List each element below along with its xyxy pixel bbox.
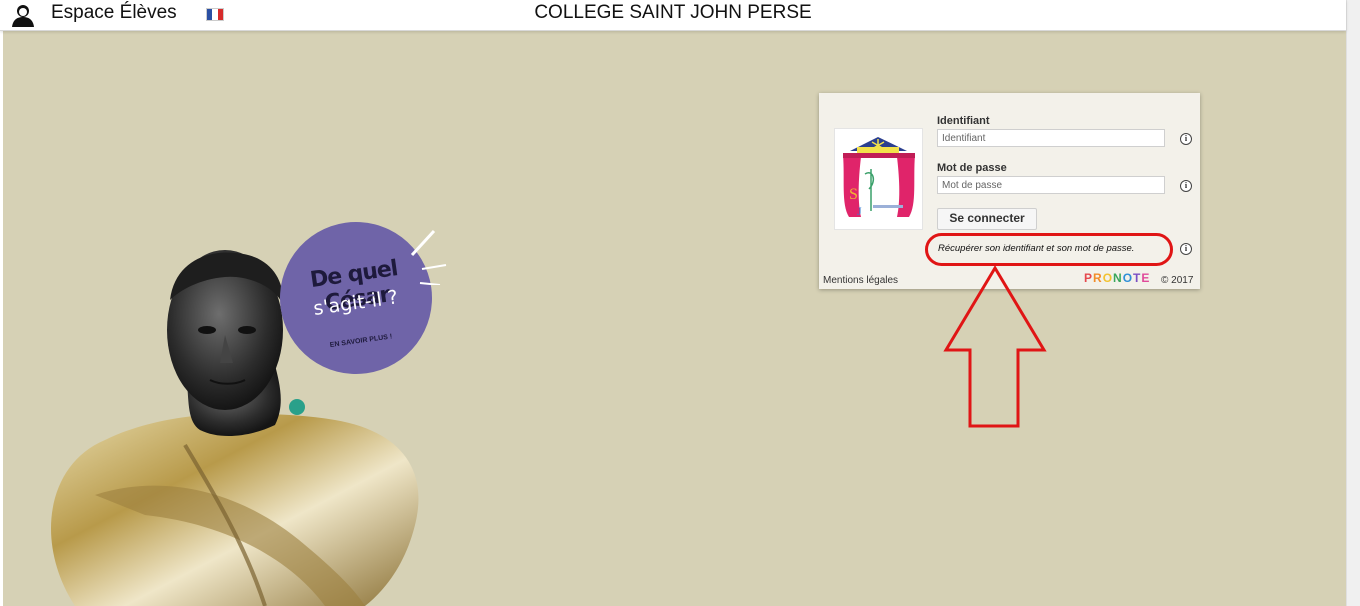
red-arrow-annotation [943,265,1047,428]
password-label: Mot de passe [937,162,1007,174]
school-logo-image: S J [843,137,915,218]
identifier-input[interactable] [937,129,1165,147]
password-info-icon[interactable]: i [1180,180,1192,192]
connect-button[interactable]: Se connecter [937,208,1037,230]
identifier-label: Identifiant [937,115,990,127]
vertical-scrollbar[interactable] [1346,0,1360,606]
top-bar: Espace Élèves COLLEGE SAINT JOHN PERSE [0,0,1346,31]
svg-text:J: J [857,204,862,218]
legal-notice-link[interactable]: Mentions légales [823,275,898,286]
promo-cta[interactable]: EN SAVOIR PLUS ! [306,330,416,352]
school-name: COLLEGE SAINT JOHN PERSE [534,2,812,23]
password-input[interactable] [937,176,1165,194]
highlight-annotation [925,233,1173,266]
copyright-text: © 2017 [1161,275,1194,286]
school-logo: S J [834,128,923,230]
promo-rays-decoration [410,229,447,285]
identifier-info-icon[interactable]: i [1180,133,1192,145]
recover-info-icon[interactable]: i [1180,243,1192,255]
svg-text:S: S [849,186,858,203]
pronote-logo: PRONOTE [1084,271,1151,285]
